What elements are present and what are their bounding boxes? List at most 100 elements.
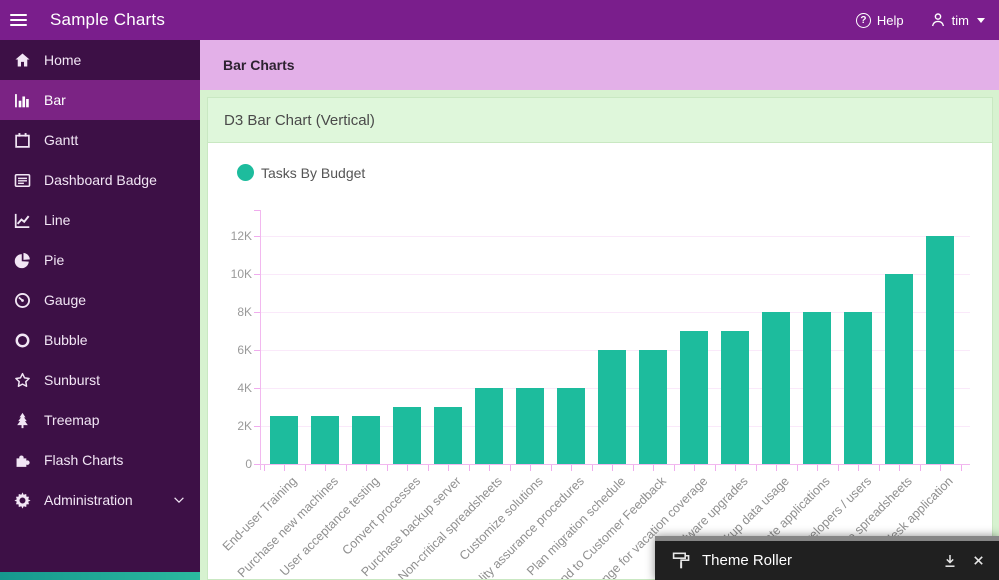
gridline xyxy=(261,274,970,275)
tree-icon xyxy=(13,412,31,429)
x-axis-tick xyxy=(510,465,511,471)
x-axis-tick xyxy=(694,465,695,471)
theme-roller-download-button[interactable] xyxy=(943,554,957,568)
sidebar-item-line[interactable]: Line xyxy=(0,200,200,240)
sidebar-item-administration[interactable]: Administration xyxy=(0,480,200,520)
x-axis-tick xyxy=(571,465,572,471)
gridline xyxy=(261,236,970,237)
line-chart-icon xyxy=(13,212,31,229)
puzzle-icon xyxy=(13,452,31,469)
sidebar-item-bubble[interactable]: Bubble xyxy=(0,320,200,360)
legend-marker-icon xyxy=(237,164,254,181)
help-button[interactable]: ? Help xyxy=(856,13,904,28)
paint-roller-icon xyxy=(672,551,691,570)
x-axis-tick xyxy=(305,465,306,471)
sidebar-item-label: Sunburst xyxy=(44,372,100,388)
sidebar-item-home[interactable]: Home xyxy=(0,40,200,80)
x-axis-tick xyxy=(407,465,408,471)
bar[interactable] xyxy=(803,312,831,464)
x-axis-tick xyxy=(633,465,634,471)
app-window: Sample Charts ? Help tim HomeBar Gantt Das… xyxy=(0,0,999,580)
x-axis-tick xyxy=(735,465,736,471)
x-axis-tick xyxy=(838,465,839,471)
sidebar-item-treemap[interactable]: Treemap xyxy=(0,400,200,440)
sidebar-item-label: Gauge xyxy=(44,292,86,308)
sidebar-item-sunburst[interactable]: Sunburst xyxy=(0,360,200,400)
x-axis-tick xyxy=(366,465,367,471)
bar[interactable] xyxy=(926,236,954,464)
theme-roller-close-button[interactable] xyxy=(972,554,985,567)
sidebar-item-bar[interactable]: Bar xyxy=(0,80,200,120)
bar[interactable] xyxy=(639,350,667,464)
x-axis-tick xyxy=(776,465,777,471)
theme-roller-panel: Theme Roller xyxy=(655,536,999,580)
bar[interactable] xyxy=(434,407,462,464)
sidebar-item-label: Gantt xyxy=(44,132,78,148)
x-axis-tick xyxy=(387,465,388,471)
x-axis-tick xyxy=(448,465,449,471)
x-axis-tick xyxy=(284,465,285,471)
bar[interactable] xyxy=(311,416,339,464)
page-title: Bar Charts xyxy=(223,57,295,73)
sidebar: HomeBar Gantt Dashboard Badge LinePie Gauge B… xyxy=(0,40,200,580)
y-axis-label: 6K xyxy=(212,343,252,357)
panel-body: 02K4K6K8K10K12KEnd-user TrainingPurchase… xyxy=(208,143,992,579)
panel-header: D3 Bar Chart (Vertical) xyxy=(208,98,992,143)
y-axis-label: 2K xyxy=(212,419,252,433)
y-axis-label: 8K xyxy=(212,305,252,319)
x-axis-tick xyxy=(653,465,654,471)
gauge-icon xyxy=(13,292,31,309)
sidebar-item-label: Bubble xyxy=(44,332,88,348)
chart-panel: D3 Bar Chart (Vertical) 02K4K6K8K10K12KE… xyxy=(207,97,993,580)
bar[interactable] xyxy=(557,388,585,464)
x-axis-tick xyxy=(961,465,962,471)
sidebar-item-label: Flash Charts xyxy=(44,452,123,468)
top-bar: Sample Charts ? Help tim xyxy=(0,0,999,40)
hamburger-menu-button[interactable] xyxy=(0,0,36,40)
bar[interactable] xyxy=(598,350,626,464)
pie-chart-icon xyxy=(13,252,31,269)
user-icon xyxy=(930,12,946,28)
badge-list-icon xyxy=(13,172,31,189)
gear-icon xyxy=(13,492,31,509)
bar[interactable] xyxy=(270,416,298,464)
bar[interactable] xyxy=(885,274,913,464)
app-title: Sample Charts xyxy=(50,10,165,30)
caret-down-icon xyxy=(977,18,985,23)
x-axis-tick xyxy=(551,465,552,471)
bar[interactable] xyxy=(721,331,749,464)
x-axis-tick xyxy=(530,465,531,471)
theme-roller-actions xyxy=(943,554,985,568)
help-icon: ? xyxy=(856,13,871,28)
sidebar-item-label: Administration xyxy=(44,492,133,508)
x-axis-tick xyxy=(797,465,798,471)
sidebar-item-label: Dashboard Badge xyxy=(44,172,157,188)
x-axis-tick xyxy=(899,465,900,471)
bar[interactable] xyxy=(680,331,708,464)
x-axis-tick xyxy=(674,465,675,471)
panel-title: D3 Bar Chart (Vertical) xyxy=(224,112,375,129)
user-menu-button[interactable]: tim xyxy=(930,12,985,28)
sidebar-item-dashboard-badge[interactable]: Dashboard Badge xyxy=(0,160,200,200)
bar[interactable] xyxy=(393,407,421,464)
x-axis-tick xyxy=(325,465,326,471)
x-axis-tick xyxy=(756,465,757,471)
x-axis-tick xyxy=(612,465,613,471)
bar[interactable] xyxy=(475,388,503,464)
bar[interactable] xyxy=(352,416,380,464)
x-axis-tick xyxy=(920,465,921,471)
sidebar-item-gauge[interactable]: Gauge xyxy=(0,280,200,320)
bar[interactable] xyxy=(762,312,790,464)
sidebar-item-gantt[interactable]: Gantt xyxy=(0,120,200,160)
x-axis-tick xyxy=(489,465,490,471)
sidebar-item-pie[interactable]: Pie xyxy=(0,240,200,280)
chart-legend[interactable]: Tasks By Budget xyxy=(237,164,365,181)
y-axis-line xyxy=(260,210,261,470)
bar[interactable] xyxy=(844,312,872,464)
y-axis-end-tick xyxy=(254,210,260,211)
chevron-down-icon xyxy=(172,493,186,510)
bar[interactable] xyxy=(516,388,544,464)
help-label: Help xyxy=(877,13,904,28)
calendar-icon xyxy=(13,132,31,149)
sidebar-item-flash-charts[interactable]: Flash Charts xyxy=(0,440,200,480)
